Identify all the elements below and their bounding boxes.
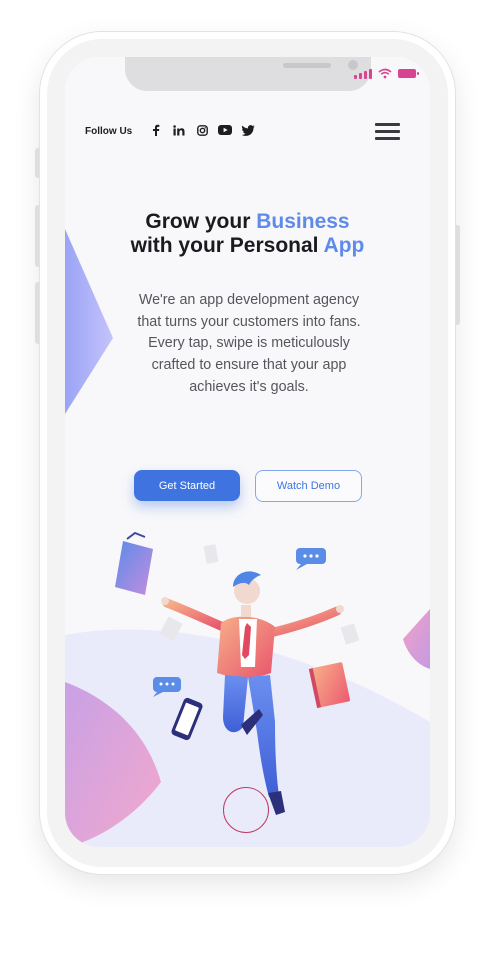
watch-demo-button[interactable]: Watch Demo <box>255 470 362 502</box>
twitter-icon[interactable] <box>241 123 255 137</box>
instagram-icon[interactable] <box>195 123 209 137</box>
title-highlight-app: App <box>323 234 365 257</box>
get-started-button[interactable]: Get Started <box>134 470 240 501</box>
hero-illustration <box>115 531 360 815</box>
hero-description: We're an app development agency that tur… <box>137 292 361 395</box>
signal-icon <box>354 68 372 79</box>
hero-title: Grow your Business with your Personal Ap… <box>130 210 365 257</box>
status-bar <box>354 68 419 79</box>
chat-bubble-icon <box>153 677 181 697</box>
paper-icon <box>340 623 360 645</box>
linkedin-icon[interactable] <box>172 123 186 137</box>
paper-icon <box>203 544 219 564</box>
home-indicator-ring <box>223 787 269 833</box>
hamburger-menu-icon[interactable] <box>375 123 400 140</box>
follow-us-label: Follow Us <box>85 126 133 137</box>
title-highlight-business: Business <box>256 210 350 233</box>
social-links <box>149 123 255 137</box>
paper-icon <box>159 616 183 642</box>
smartphone-icon <box>171 697 203 741</box>
facebook-icon[interactable] <box>149 123 163 137</box>
briefcase-icon <box>115 531 153 595</box>
phone-notch <box>124 57 371 91</box>
youtube-icon[interactable] <box>218 123 232 137</box>
phone-screen: Follow Us Grow your Business with your P… <box>65 57 430 847</box>
battery-icon <box>398 69 419 78</box>
speaker-grille <box>282 63 331 68</box>
book-icon <box>308 662 350 709</box>
chat-bubble-icon <box>296 548 326 570</box>
wifi-icon <box>378 68 392 79</box>
